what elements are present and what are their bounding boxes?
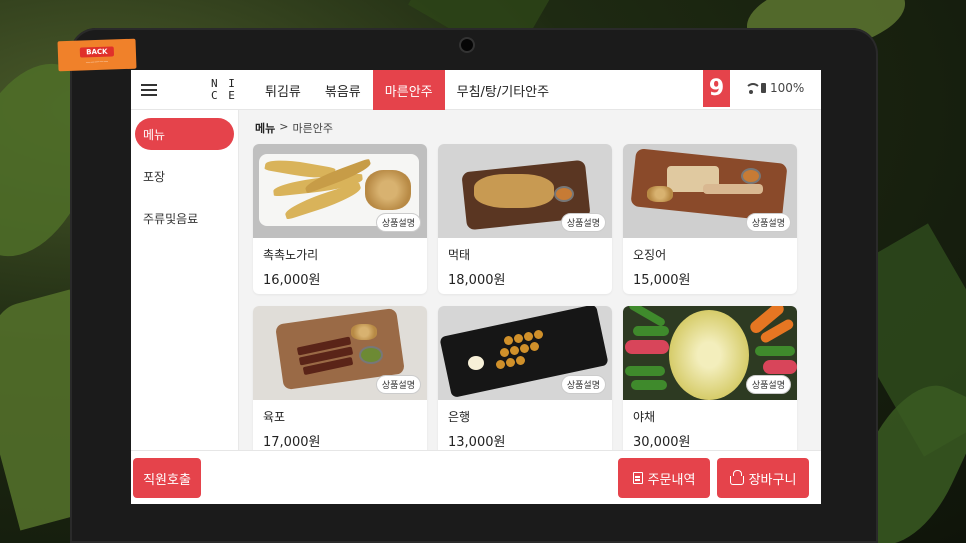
menu-card[interactable]: 상품설명 은행 13,000원 (438, 306, 612, 450)
bottom-bar: 직원호출 주문내역 장바구니 (131, 450, 821, 504)
product-description-button[interactable]: 상품설명 (375, 375, 421, 394)
product-description-button[interactable]: 상품설명 (560, 213, 606, 232)
tab-fried[interactable]: 튀김류 (253, 70, 313, 110)
menu-item-price: 13,000원 (448, 435, 506, 450)
order-history-button[interactable]: 주문내역 (618, 458, 710, 498)
menu-content: 메뉴 > 마른안주 상품설명 촉촉노가리 16,000원 상품설명 먹태 18,… (239, 110, 821, 450)
top-bar: N IC E 튀김류 볶음류 마른안주 무침/탕/기타안주 9 100% (131, 70, 821, 110)
menu-item-name: 야채 (633, 410, 656, 424)
product-description-button[interactable]: 상품설명 (745, 213, 791, 232)
dried-pollack-image: 상품설명 (253, 144, 427, 238)
hamburger-menu-icon[interactable] (141, 84, 157, 96)
call-staff-label: 직원호출 (143, 472, 191, 488)
menu-card[interactable]: 상품설명 촉촉노가리 16,000원 (253, 144, 427, 294)
menu-item-name: 오징어 (633, 248, 667, 262)
menu-card[interactable]: 상품설명 오징어 15,000원 (623, 144, 797, 294)
status-indicators: 100% (745, 81, 804, 95)
order-history-label: 주문내역 (647, 472, 696, 488)
menu-item-price: 16,000원 (263, 273, 321, 288)
menu-item-price: 17,000원 (263, 435, 321, 450)
cart-button[interactable]: 장바구니 (717, 458, 809, 498)
menu-item-price: 18,000원 (448, 273, 506, 288)
menu-item-name: 촉촉노가리 (263, 248, 319, 262)
back-sticker: BACK ――――― (57, 38, 137, 72)
breadcrumb-root[interactable]: 메뉴 (255, 120, 275, 136)
menu-card[interactable]: 상품설명 육포 17,000원 (253, 306, 427, 450)
basket-icon (729, 469, 744, 485)
kiosk-screen: N IC E 튀김류 볶음류 마른안주 무침/탕/기타안주 9 100% 메뉴 … (131, 70, 821, 504)
tab-dry-snacks[interactable]: 마른안주 (372, 70, 445, 110)
table-number-badge: 9 (703, 70, 730, 107)
receipt-icon (632, 472, 643, 484)
sidebar-item-takeout[interactable]: 포장 (135, 160, 234, 192)
battery-icon (761, 83, 766, 93)
menu-item-name: 은행 (448, 410, 471, 424)
product-description-button[interactable]: 상품설명 (745, 375, 791, 394)
call-staff-button[interactable]: 직원호출 (133, 458, 201, 498)
menu-item-name: 육포 (263, 410, 286, 424)
category-tabs: 튀김류 볶음류 마른안주 무침/탕/기타안주 (253, 70, 561, 110)
vegetable-sticks-image: 상품설명 (623, 306, 797, 400)
brand-logo: N IC E (211, 77, 237, 102)
beef-jerky-image: 상품설명 (253, 306, 427, 400)
cart-label: 장바구니 (748, 472, 797, 488)
breadcrumb-current: 마른안주 (292, 122, 333, 135)
dried-squid-image: 상품설명 (623, 144, 797, 238)
menu-card[interactable]: 상품설명 먹태 18,000원 (438, 144, 612, 294)
menu-card[interactable]: 상품설명 야채 30,000원 (623, 306, 797, 450)
product-description-button[interactable]: 상품설명 (560, 375, 606, 394)
breadcrumb-separator: > (279, 120, 289, 133)
product-description-button[interactable]: 상품설명 (375, 213, 421, 232)
sticker-label: BACK (80, 45, 114, 58)
sticker-subtext: ――――― (85, 58, 109, 64)
menu-item-price: 30,000원 (633, 435, 691, 450)
menu-item-price: 15,000원 (633, 273, 691, 288)
menu-item-name: 먹태 (448, 248, 471, 262)
ginkgo-skewers-image: 상품설명 (438, 306, 612, 400)
menu-grid: 상품설명 촉촉노가리 16,000원 상품설명 먹태 18,000원 상품설명 … (253, 144, 805, 450)
tab-salad-soup-etc[interactable]: 무침/탕/기타안주 (445, 70, 561, 110)
sidebar-item-menu[interactable]: 메뉴 (135, 118, 234, 150)
breadcrumb: 메뉴 > 마른안주 (255, 120, 333, 136)
wifi-icon (745, 83, 761, 94)
tab-stir-fried[interactable]: 볶음류 (313, 70, 373, 110)
battery-level: 100% (770, 81, 805, 95)
camera-lens (461, 39, 473, 51)
sidebar-item-drinks[interactable]: 주류및음료 (135, 202, 234, 234)
sidebar: 메뉴 포장 주류및음료 (131, 110, 239, 450)
dried-pollack-strips-image: 상품설명 (438, 144, 612, 238)
